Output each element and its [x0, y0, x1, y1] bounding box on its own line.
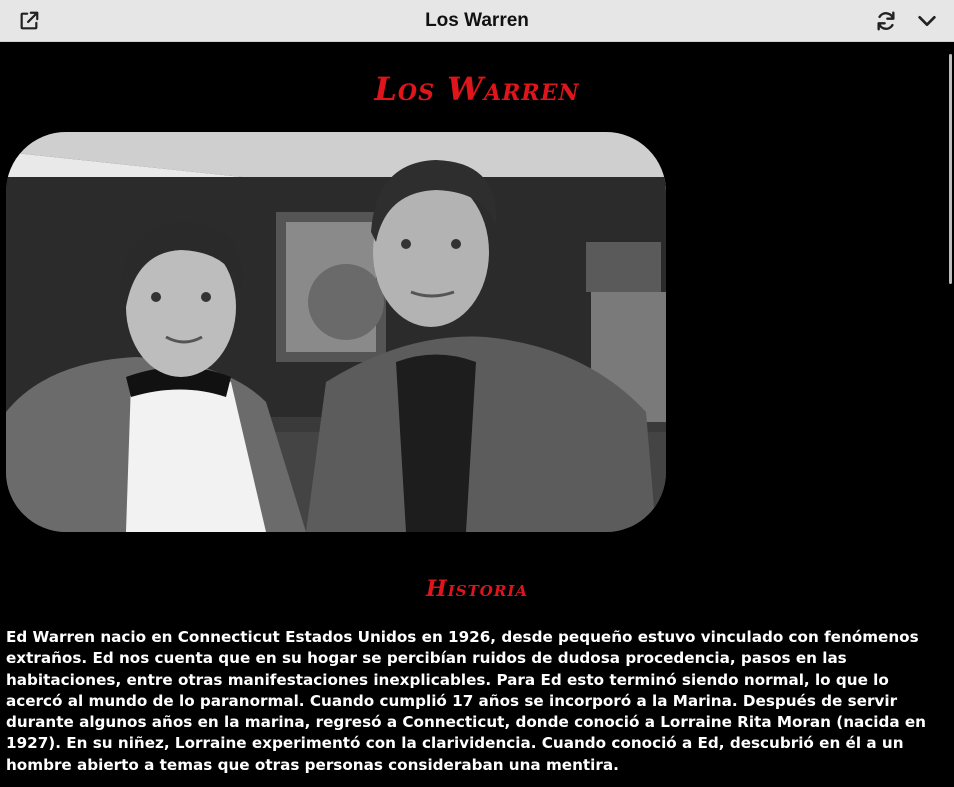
collapse-button[interactable]: [914, 8, 940, 34]
refresh-button[interactable]: [873, 8, 899, 34]
photo-illustration: [6, 132, 666, 532]
refresh-icon: [877, 11, 895, 31]
window-titlebar: Los Warren: [0, 0, 954, 42]
window-title: Los Warren: [425, 10, 529, 31]
page-title: Los Warren: [374, 70, 580, 108]
vertical-scrollbar[interactable]: [948, 42, 954, 787]
scrollbar-thumb[interactable]: [949, 54, 952, 284]
chevron-down-icon: [918, 15, 936, 27]
warren-photo: [6, 132, 666, 532]
page-content[interactable]: Los Warren Historia Ed Warren nacio en C…: [0, 42, 954, 787]
story-paragraph: Ed Warren nacio en Connecticut Estados U…: [6, 628, 926, 774]
section-title-historia: Historia: [426, 576, 528, 602]
